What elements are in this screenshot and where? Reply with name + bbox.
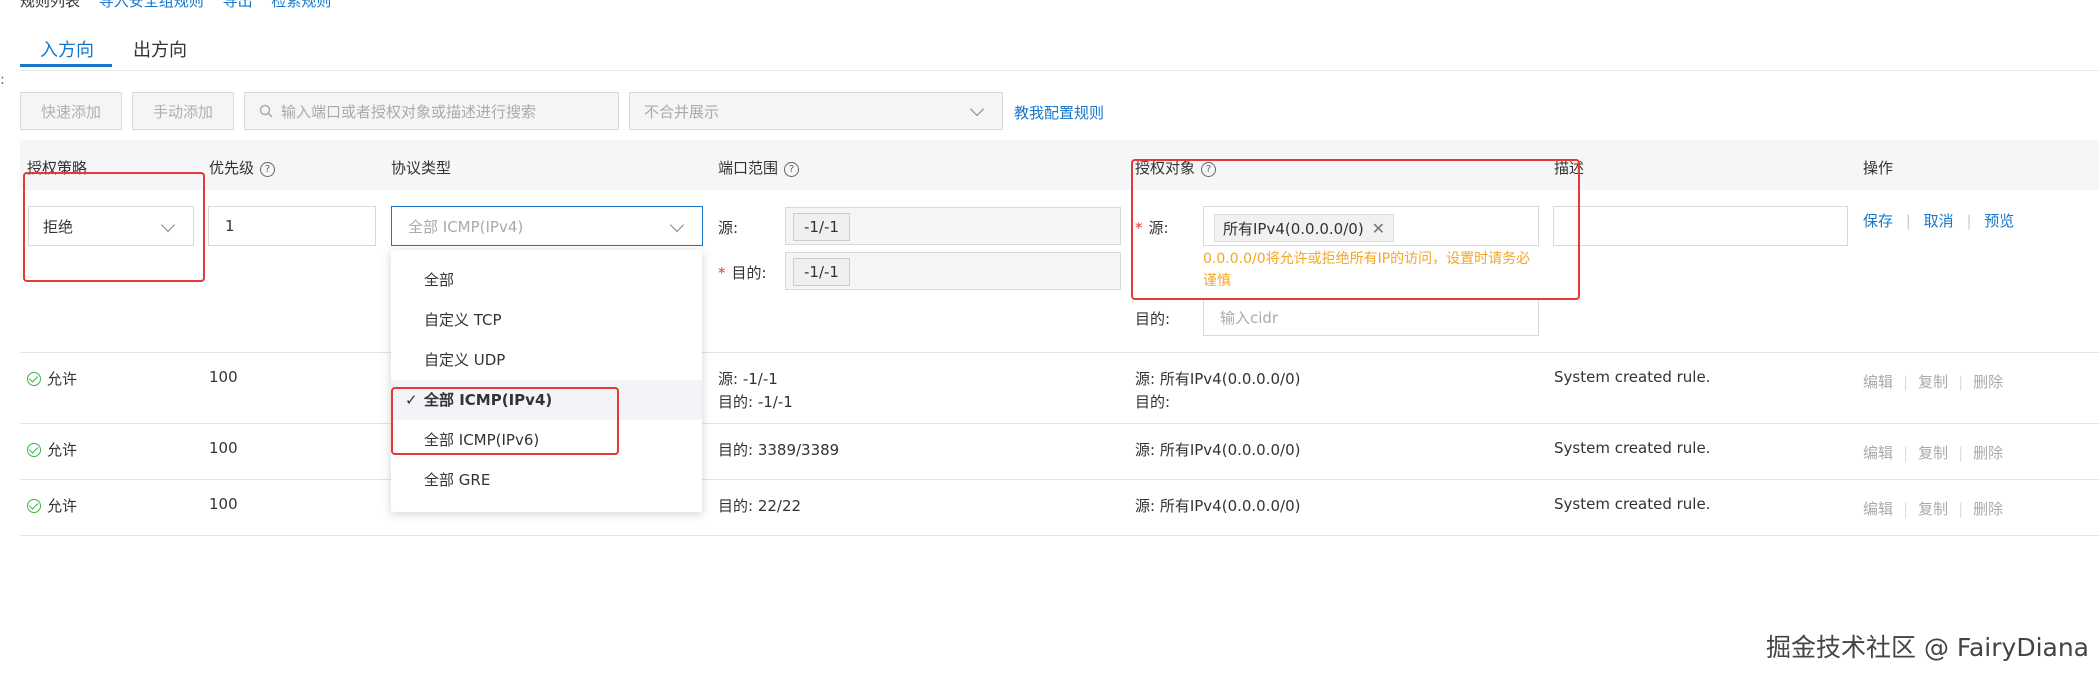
port-src-label: 源: bbox=[718, 219, 739, 237]
search-icon bbox=[259, 104, 273, 118]
display-mode-value: 不合并展示 bbox=[644, 102, 720, 121]
priority-cell: 100 bbox=[209, 439, 238, 457]
search-input[interactable]: 输入端口或者授权对象或描述进行搜索 bbox=[244, 92, 619, 130]
tab-outbound[interactable]: 出方向 bbox=[133, 36, 187, 62]
col-port-label: 端口范围 bbox=[718, 159, 779, 177]
cancel-button[interactable]: 取消 bbox=[1924, 212, 1954, 230]
divider: | bbox=[1966, 212, 1972, 230]
row-divider bbox=[20, 423, 2099, 424]
import-rules-link[interactable]: 导入安全组规则 bbox=[99, 0, 204, 10]
edit-button[interactable]: 编辑 bbox=[1863, 444, 1893, 462]
help-icon[interactable]: ? bbox=[260, 162, 276, 177]
port-dst-label: * 目的: bbox=[718, 264, 767, 282]
rules-title: 规则列表 bbox=[20, 0, 81, 10]
protocol-dropdown: 全部 自定义 TCP 自定义 UDP ✓ 全部 ICMP(IPv4) 全部 IC… bbox=[391, 250, 702, 512]
port-dst-cell: 目的: 22/22 bbox=[718, 497, 802, 515]
tab-indicator bbox=[20, 64, 112, 67]
row-divider bbox=[20, 535, 2099, 536]
priority-cell: 100 bbox=[209, 368, 238, 386]
col-actions: 操作 bbox=[1863, 159, 1894, 177]
display-mode-select[interactable]: 不合并展示 bbox=[629, 92, 1003, 130]
left-edge-marker: : bbox=[0, 72, 5, 88]
policy-cell: 允许 bbox=[27, 368, 77, 389]
copy-button[interactable]: 复制 bbox=[1918, 500, 1948, 518]
search-placeholder: 输入端口或者授权对象或描述进行搜索 bbox=[281, 102, 537, 121]
col-priority-label: 优先级 bbox=[209, 159, 255, 177]
auth-dst-label: 目的: bbox=[1135, 310, 1171, 328]
highlight-auth-object bbox=[1131, 159, 1580, 300]
chevron-down-icon bbox=[669, 217, 685, 233]
description-input[interactable] bbox=[1553, 206, 1848, 246]
port-src-field[interactable]: -1/-1 bbox=[785, 207, 1121, 245]
priority-input[interactable]: 1 bbox=[208, 206, 376, 246]
protocol-option-udp[interactable]: 自定义 UDP bbox=[391, 340, 702, 380]
port-dst-cell: 目的: 3389/3389 bbox=[718, 441, 840, 459]
copy-button[interactable]: 复制 bbox=[1918, 373, 1948, 391]
tab-divider bbox=[20, 70, 2099, 71]
tab-inbound[interactable]: 入方向 bbox=[40, 36, 94, 62]
preview-button[interactable]: 预览 bbox=[1984, 212, 2014, 230]
col-protocol: 协议类型 bbox=[391, 159, 452, 177]
delete-button[interactable]: 删除 bbox=[1973, 500, 2003, 518]
auth-src-cell: 源: 所有IPv4(0.0.0.0/0) bbox=[1135, 441, 1301, 459]
auth-dst-placeholder: 输入cidr bbox=[1220, 308, 1279, 327]
edit-row-actions: 保存 | 取消 | 预览 bbox=[1863, 210, 2014, 231]
check-circle-icon bbox=[27, 443, 41, 457]
top-partial-bar: 规则列表 导入安全组规则 导出 检索规则 bbox=[20, 0, 331, 11]
delete-button[interactable]: 删除 bbox=[1973, 373, 2003, 391]
help-icon[interactable]: ? bbox=[784, 162, 800, 177]
port-dst-label-text: 目的: bbox=[731, 264, 767, 282]
row-actions: 编辑 | 复制 | 删除 bbox=[1863, 373, 2004, 391]
table-header bbox=[20, 140, 2099, 190]
desc-cell: System created rule. bbox=[1554, 368, 1711, 386]
manual-add-button[interactable]: 手动添加 bbox=[132, 92, 234, 130]
auth-src-cell: 源: 所有IPv4(0.0.0.0/0) bbox=[1135, 370, 1301, 388]
highlight-icmp-options bbox=[391, 387, 619, 455]
port-src-value: -1/-1 bbox=[793, 213, 850, 241]
desc-cell: System created rule. bbox=[1554, 439, 1711, 457]
check-circle-icon bbox=[27, 372, 41, 386]
col-port: 端口范围? bbox=[718, 157, 800, 178]
policy-text: 允许 bbox=[47, 441, 78, 459]
search-rules-link[interactable]: 检索规则 bbox=[271, 0, 331, 10]
policy-cell: 允许 bbox=[27, 439, 77, 460]
row-actions: 编辑 | 复制 | 删除 bbox=[1863, 500, 2004, 518]
policy-cell: 允许 bbox=[27, 495, 77, 516]
policy-text: 允许 bbox=[47, 497, 78, 515]
help-config-link[interactable]: 教我配置规则 bbox=[1014, 102, 1104, 123]
port-src-cell: 源: -1/-1 bbox=[718, 370, 778, 388]
chevron-down-icon bbox=[969, 101, 985, 117]
edit-button[interactable]: 编辑 bbox=[1863, 500, 1893, 518]
protocol-placeholder: 全部 ICMP(IPv4) bbox=[408, 217, 524, 236]
save-button[interactable]: 保存 bbox=[1863, 212, 1893, 230]
divider: | bbox=[1905, 212, 1911, 230]
col-priority: 优先级? bbox=[209, 157, 276, 178]
copy-button[interactable]: 复制 bbox=[1918, 444, 1948, 462]
policy-text: 允许 bbox=[47, 370, 78, 388]
watermark: 掘金技术社区 @ FairyDiana bbox=[1766, 633, 2089, 662]
port-dst-field[interactable]: -1/-1 bbox=[785, 252, 1121, 290]
row-divider bbox=[20, 352, 2099, 353]
export-link[interactable]: 导出 bbox=[223, 0, 253, 10]
auth-dst-input[interactable]: 输入cidr bbox=[1203, 298, 1539, 336]
check-circle-icon bbox=[27, 499, 41, 513]
highlight-policy bbox=[23, 172, 205, 282]
port-dst-value: -1/-1 bbox=[793, 258, 850, 286]
row-actions: 编辑 | 复制 | 删除 bbox=[1863, 444, 2004, 462]
protocol-option-gre[interactable]: 全部 GRE bbox=[391, 460, 702, 500]
quick-add-button[interactable]: 快速添加 bbox=[20, 92, 122, 130]
protocol-option-tcp[interactable]: 自定义 TCP bbox=[391, 300, 702, 340]
port-dst-cell: 目的: -1/-1 bbox=[718, 393, 793, 411]
row-divider bbox=[20, 479, 2099, 480]
desc-cell: System created rule. bbox=[1554, 495, 1711, 513]
edit-button[interactable]: 编辑 bbox=[1863, 373, 1893, 391]
auth-src-cell: 源: 所有IPv4(0.0.0.0/0) bbox=[1135, 497, 1301, 515]
priority-cell: 100 bbox=[209, 495, 238, 513]
priority-value: 1 bbox=[225, 217, 235, 235]
auth-dst-cell: 目的: bbox=[1135, 393, 1171, 411]
delete-button[interactable]: 删除 bbox=[1973, 444, 2003, 462]
protocol-select[interactable]: 全部 ICMP(IPv4) bbox=[391, 206, 703, 246]
protocol-option-all[interactable]: 全部 bbox=[391, 260, 702, 300]
